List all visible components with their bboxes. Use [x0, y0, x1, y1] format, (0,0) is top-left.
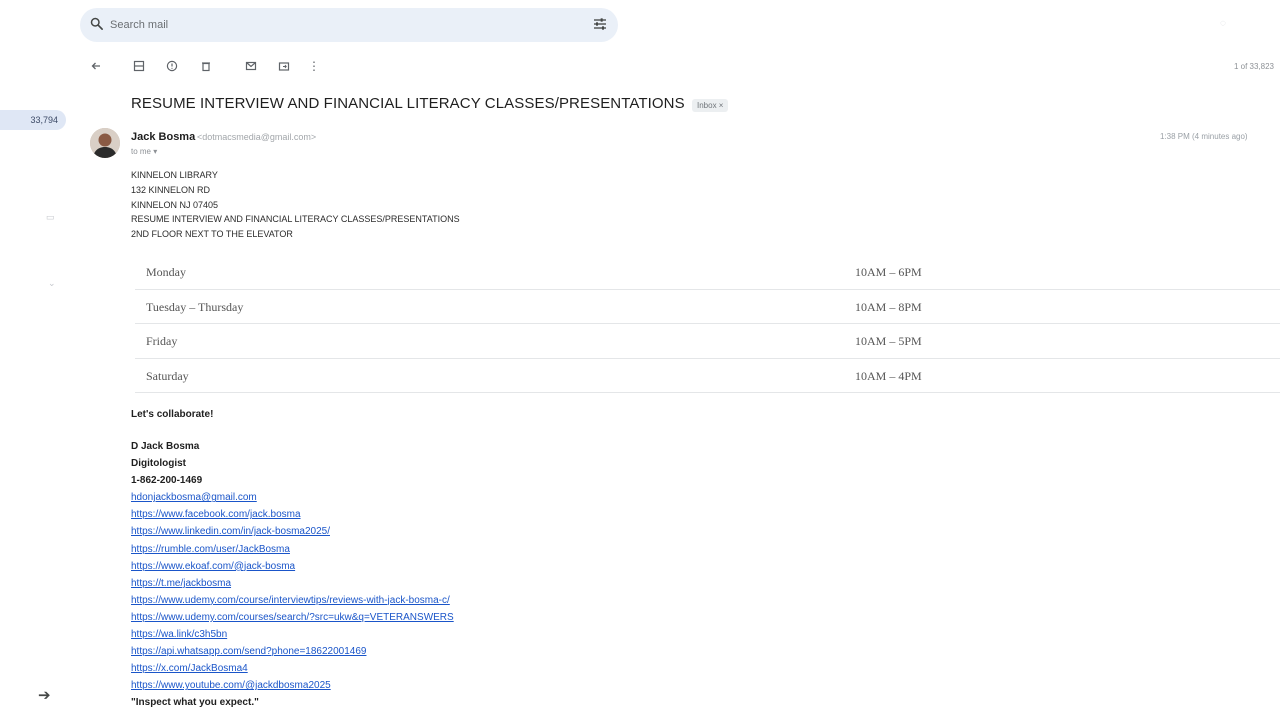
back-arrow-icon[interactable] [86, 56, 106, 76]
address-line: 2ND FLOOR NEXT TO THE ELEVATOR [131, 229, 293, 240]
telegram-link[interactable]: https://t.me/jackbosma [131, 575, 454, 592]
table-row: Saturday 10AM – 4PM [135, 359, 1280, 393]
mark-unread-icon[interactable] [241, 56, 261, 76]
search-icon[interactable] [89, 16, 104, 31]
address-line: KINNELON NJ 07405 [131, 199, 219, 210]
report-spam-icon[interactable] [162, 56, 182, 76]
x-link[interactable]: https://x.com/JackBosma4 [131, 660, 454, 677]
email-timestamp: 1:38 PM (4 minutes ago) [1160, 132, 1248, 141]
table-row: Friday 10AM – 5PM [135, 324, 1280, 359]
sender-email: <dotmacsmedia@gmail.com> [197, 132, 317, 142]
search-options-icon[interactable] [592, 16, 608, 32]
address-line: KINNELON LIBRARY [131, 170, 218, 180]
search-input[interactable] [110, 16, 570, 34]
email-subject: RESUME INTERVIEW AND FINANCIAL LITERACY … [131, 95, 685, 112]
hours-table: Monday 10AM – 6PM Tuesday – Thursday 10A… [135, 255, 1280, 393]
linkedin-link[interactable]: https://www.linkedin.com/in/jack-bosma20… [131, 523, 454, 540]
rumble-link[interactable]: https://rumble.com/user/JackBosma [131, 541, 454, 558]
table-row: Tuesday – Thursday 10AM – 8PM [135, 290, 1280, 324]
hours-day: Tuesday – Thursday [146, 299, 244, 314]
delete-icon[interactable] [196, 56, 216, 76]
more-options-icon[interactable]: ⋮ [304, 56, 324, 76]
facebook-link[interactable]: https://www.facebook.com/jack.bosma [131, 506, 454, 523]
support-icon[interactable]: ◌ [1220, 18, 1234, 30]
inbox-unread-badge[interactable]: 33,794 [0, 110, 66, 130]
hours-time: 10AM – 5PM [855, 334, 922, 348]
rail-item[interactable]: ▭ [46, 212, 55, 223]
arrow-right-icon[interactable]: ➔ [38, 686, 51, 704]
hours-day: Monday [146, 265, 186, 279]
recipient-text: to me [131, 147, 152, 156]
udemy-course-link[interactable]: https://www.udemy.com/course/interviewti… [131, 592, 454, 609]
hours-time: 10AM – 8PM [855, 299, 922, 314]
hours-time: 10AM – 6PM [855, 265, 922, 279]
address-line: RESUME INTERVIEW AND FINANCIAL LITERACY … [131, 214, 460, 225]
rail-chevron-icon[interactable]: ⌄ [48, 278, 56, 289]
signature-quote: "Inspect what you expect." [131, 697, 259, 709]
hours-time: 10AM – 4PM [855, 368, 922, 383]
sender-avatar[interactable] [90, 128, 120, 158]
whatsapp-short-link[interactable]: https://wa.link/c3h5bn [131, 626, 454, 643]
inbox-label-text: Inbox [697, 101, 717, 110]
avatar-photo [90, 128, 120, 158]
signature-email-link[interactable]: hdonjackbosma@gmail.com [131, 489, 454, 506]
sender-name[interactable]: Jack Bosma [131, 131, 195, 143]
signature-title: Digitologist [131, 458, 186, 470]
udemy-search-link[interactable]: https://www.udemy.com/courses/search/?sr… [131, 609, 454, 626]
recipient-details[interactable]: to me ▾ [131, 147, 157, 156]
email-address-block: KINNELON LIBRARY 132 KINNELON RD KINNELO… [131, 168, 460, 242]
address-line: 132 KINNELON RD [131, 184, 211, 195]
signature-name: D Jack Bosma [131, 441, 200, 452]
profile-link[interactable]: https://www.ekoaf.com/@jack-bosma [131, 558, 454, 575]
left-rail: 33,794 ▭ ⌄ ➔ [0, 0, 72, 720]
archive-icon[interactable] [129, 56, 149, 76]
collaborate-heading: Let's collaborate! [131, 409, 214, 420]
email-signature: D Jack Bosma Digitologist 1-862-200-1469… [131, 438, 454, 712]
move-to-icon[interactable] [274, 56, 294, 76]
message-pager: 1 of 33,823 [1233, 62, 1274, 71]
youtube-link[interactable]: https://www.youtube.com/@jackdbosma2025 [131, 677, 454, 694]
search-bar[interactable] [80, 8, 618, 42]
whatsapp-api-link[interactable]: https://api.whatsapp.com/send?phone=1862… [131, 643, 454, 660]
message-toolbar: ⋮ [86, 56, 346, 78]
hours-day: Friday [146, 334, 178, 348]
signature-phone: 1-862-200-1469 [131, 475, 203, 487]
inbox-label-chip[interactable]: Inbox × [692, 99, 729, 112]
table-row: Monday 10AM – 6PM [135, 255, 1280, 290]
hours-day: Saturday [146, 368, 189, 383]
